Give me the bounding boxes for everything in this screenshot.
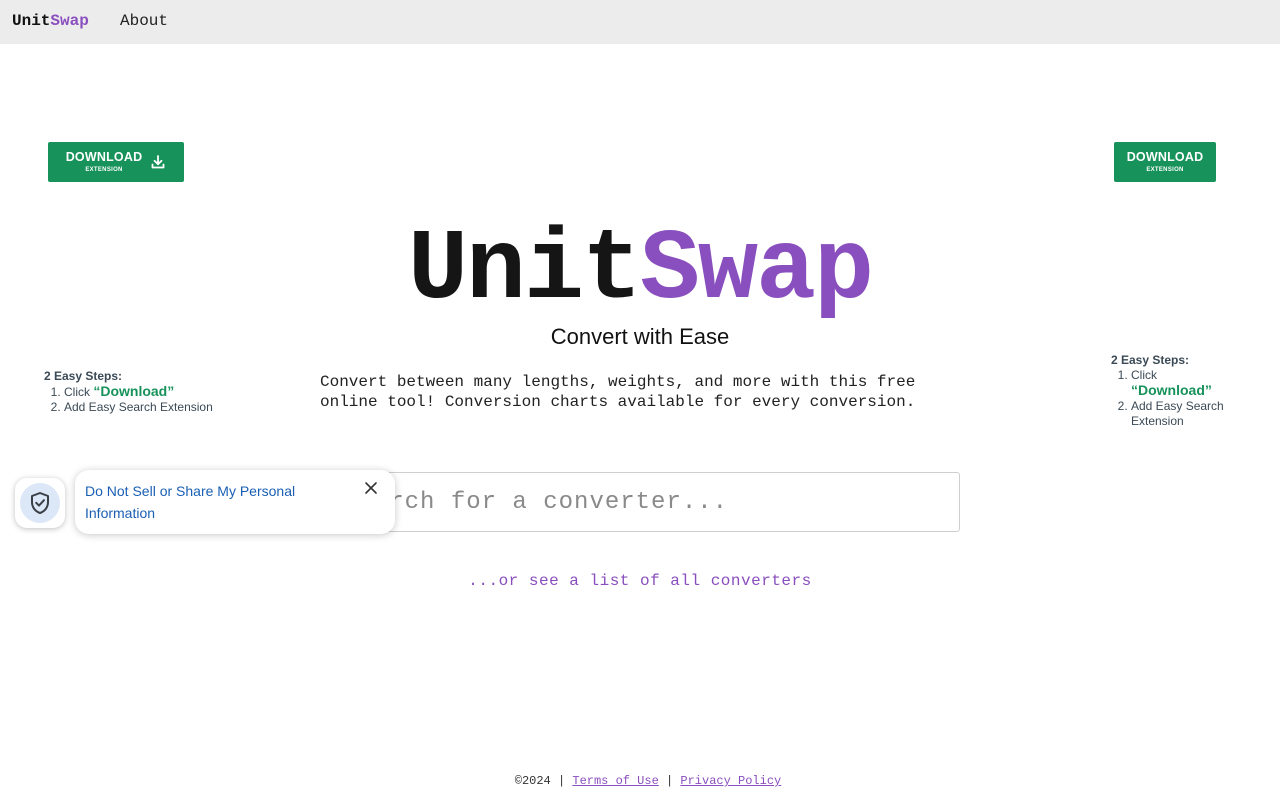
step-2: Add Easy Search Extension [1131,399,1241,429]
nav-logo-swap: Swap [50,12,89,30]
steps-list: Click “Download” Add Easy Search Extensi… [1111,368,1241,429]
tagline: Convert with Ease [550,324,730,349]
download-icon [151,155,165,169]
download-text: DOWNLOAD EXTENSION [66,151,143,173]
download-label: DOWNLOAD [65,150,143,165]
easy-steps-left: 2 Easy Steps: Click “Download” Add Easy … [44,369,214,415]
easy-steps-right: 2 Easy Steps: Click “Download” Add Easy … [1111,353,1241,429]
steps-title: 2 Easy Steps: [1111,353,1190,367]
step-1-prefix: Click [64,385,94,399]
terms-of-use-link[interactable]: Terms of Use [572,774,658,788]
download-sublabel: EXTENSION [85,166,123,173]
footer-separator: | [557,774,566,788]
step-1: Click “Download” [64,384,214,400]
download-text: DOWNLOAD EXTENSION [1127,151,1204,173]
nav-logo-unit: Unit [12,12,51,30]
hero-logo: UnitSwap [340,212,940,332]
steps-title: 2 Easy Steps: [44,369,123,383]
all-converters-link[interactable]: ...or see a list of all converters [320,572,960,590]
do-not-sell-link[interactable]: Do Not Sell or Share My Personal Informa… [85,480,335,524]
privacy-shield-button[interactable] [15,478,65,528]
step-2: Add Easy Search Extension [64,400,214,415]
privacy-policy-link[interactable]: Privacy Policy [680,774,781,788]
download-extension-button-left[interactable]: DOWNLOAD EXTENSION [48,142,184,182]
download-label: DOWNLOAD [1126,150,1204,165]
footer-copyright: ©2024 [514,774,551,788]
converter-search-input[interactable] [321,473,959,531]
shield-check-icon [31,492,49,514]
download-extension-button-right[interactable]: DOWNLOAD EXTENSION [1114,142,1216,182]
step-1-highlight: “Download” [1131,382,1212,398]
shield-circle [20,483,60,523]
privacy-popup: Do Not Sell or Share My Personal Informa… [75,470,395,534]
top-nav: UnitSwap About [0,0,1280,44]
converter-search-box [320,472,960,532]
nav-logo[interactable]: UnitSwap [12,12,89,30]
footer: ©2024 | Terms of Use | Privacy Policy [0,774,1280,788]
step-1-prefix: Click [1131,368,1157,382]
close-icon[interactable] [363,480,379,496]
steps-list: Click “Download” Add Easy Search Extensi… [44,384,214,415]
step-1-highlight: “Download” [93,383,175,399]
nav-about-link[interactable]: About [120,12,168,30]
hero-logo-swap: Swap [640,215,874,328]
step-1: Click “Download” [1131,368,1241,399]
footer-separator: | [666,774,674,788]
site-description: Convert between many lengths, weights, a… [320,373,916,411]
download-sublabel: EXTENSION [1146,166,1184,173]
hero-logo-unit: Unit [407,215,642,328]
